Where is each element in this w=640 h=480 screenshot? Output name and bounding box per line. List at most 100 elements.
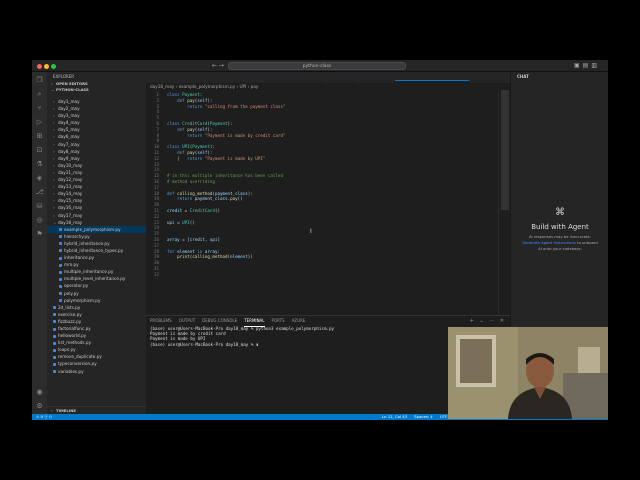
settings-gear-icon[interactable]: ⚙ <box>35 402 44 411</box>
account-icon[interactable]: ◉ <box>35 388 44 397</box>
tree-folder[interactable]: › day9_may <box>47 155 146 162</box>
panel-tab[interactable]: AZURE <box>292 316 306 326</box>
tree-file[interactable]: hybrid_inheritance.py <box>47 240 146 247</box>
tree-file[interactable]: fizzbuzz.py <box>47 318 146 325</box>
tree-file[interactable]: poly.py <box>47 290 146 297</box>
tree-item-label: day12_may <box>58 177 83 183</box>
code-editor[interactable]: 1 class Payment: 2 def pay(self): 3 return … <box>146 90 510 315</box>
workspace-root-label: PYTHON-CLASS <box>56 87 89 92</box>
python-file-icon <box>59 242 62 246</box>
workspace-root[interactable]: ⌄ PYTHON-CLASS <box>47 87 146 93</box>
tree-file[interactable]: variables.py <box>47 368 146 375</box>
breadcrumb[interactable]: day18_may › example_polymorphism.py › UP… <box>146 83 510 90</box>
panel-tab[interactable]: DEBUG CONSOLE <box>202 316 237 326</box>
tree-file[interactable]: example_polymorphism.py <box>47 225 146 233</box>
browser-icon[interactable]: ◎ <box>35 216 44 225</box>
tree-folder[interactable]: › day10_may <box>47 162 146 169</box>
code-text: class UPI(Payment): <box>167 144 215 150</box>
tree-folder[interactable]: › day1_may <box>47 98 146 105</box>
run-debug-icon[interactable]: ▷ <box>35 118 44 127</box>
tree-file[interactable]: multiple_level_inheritance.py <box>47 275 146 282</box>
tree-file[interactable]: factorialfunc.py <box>47 325 146 332</box>
tree-file[interactable]: 2d_lists.py <box>47 304 146 311</box>
maximize-window-button[interactable] <box>51 64 56 69</box>
tree-folder[interactable]: › day5_may <box>47 126 146 133</box>
minimize-window-button[interactable] <box>44 64 49 69</box>
search-icon[interactable]: ⌕ <box>35 90 44 99</box>
tree-folder[interactable]: › day3_may <box>47 112 146 119</box>
tree-folder[interactable]: ⌄ day18_may <box>47 219 146 226</box>
remote-icon[interactable]: ⊡ <box>35 146 44 155</box>
tree-item-label: inheritance.py <box>64 255 95 261</box>
panel-tab[interactable]: PORTS <box>272 316 285 326</box>
tree-file[interactable]: hybrid_inheritance_types.py <box>47 247 146 254</box>
tree-item-label: day15_may <box>58 198 83 204</box>
tree-folder[interactable]: › day2_may <box>47 105 146 112</box>
tree-folder[interactable]: › day17_may <box>47 212 146 219</box>
tree-folder[interactable]: › day11_may <box>47 169 146 176</box>
tree-item-label: day16_may <box>58 205 83 211</box>
tree-file[interactable]: loops.py <box>47 346 146 353</box>
tree-item-label: hybrid_inheritance.py <box>64 240 110 246</box>
minimap[interactable] <box>498 90 510 315</box>
git-graph-icon[interactable]: ⎇ <box>35 188 44 197</box>
docker-icon[interactable]: ◈ <box>35 174 44 183</box>
tree-folder[interactable]: › day6_may <box>47 133 146 140</box>
python-file-icon <box>59 270 62 274</box>
nav-arrows-icon[interactable]: ← → <box>212 62 224 69</box>
explorer-title: EXPLORER <box>53 74 74 79</box>
tree-item-label: remove_duplicate.py <box>58 354 102 360</box>
tree-file[interactable]: hierarchy.py <box>47 233 146 240</box>
code-text: credit = CreditCard() <box>167 208 220 213</box>
files-icon[interactable]: ❐ <box>35 76 44 85</box>
layout-icons[interactable]: ▣▤▥ <box>574 62 600 69</box>
minimap-slider[interactable] <box>501 90 509 210</box>
source-control-icon[interactable]: ⑂ <box>35 104 44 113</box>
tree-folder[interactable]: › day14_may <box>47 190 146 197</box>
tree-file[interactable]: polymorphism.py <box>47 297 146 304</box>
chat-title: CHAT <box>517 74 529 79</box>
tree-file[interactable]: multiple_inheritance.py <box>47 268 146 275</box>
close-window-button[interactable] <box>37 64 42 69</box>
testing-icon[interactable]: ⚗ <box>35 160 44 169</box>
webcam-person-image <box>448 327 608 419</box>
webcam-overlay <box>448 327 608 419</box>
python-file-icon <box>53 341 56 345</box>
chat-sparkle-icon: ⌘ <box>555 207 565 218</box>
tree-folder[interactable]: › day7_may <box>47 141 146 148</box>
code-text: def calling_method(payment_class): <box>167 190 253 196</box>
indentation[interactable]: Spaces: 4 <box>414 414 432 419</box>
code-text: # method overriding <box>167 179 215 184</box>
tree-folder[interactable]: › day8_may <box>47 148 146 155</box>
tree-file[interactable]: remove_duplicate.py <box>47 353 146 360</box>
tree-item-label: exercise.py <box>58 311 82 317</box>
tree-folder[interactable]: › day4_may <box>47 119 146 126</box>
flask-icon[interactable]: ⚑ <box>35 230 44 239</box>
extensions-icon[interactable]: ⊞ <box>35 132 44 141</box>
cursor-position[interactable]: Ln 12, Col 43 <box>382 414 407 419</box>
tree-file[interactable]: exercise.py <box>47 311 146 318</box>
tree-file[interactable]: operator.py <box>47 282 146 289</box>
panel-tab[interactable]: PROBLEMS <box>150 316 172 326</box>
python-file-icon <box>53 355 56 359</box>
tree-folder[interactable]: › day12_may <box>47 176 146 183</box>
tree-folder[interactable]: › day16_may <box>47 204 146 211</box>
tree-item-label: poly.py <box>64 290 79 296</box>
tree-folder[interactable]: › day15_may <box>47 197 146 204</box>
tree-file[interactable]: helloworld.py <box>47 332 146 339</box>
command-center-search[interactable]: python-class <box>228 62 406 70</box>
tree-file[interactable]: mro.py <box>47 261 146 268</box>
timeline-section[interactable]: › TIMELINE <box>47 406 146 414</box>
tree-file[interactable]: list_methods.py <box>47 339 146 346</box>
panel-actions-icons[interactable]: + ⌄ ⋯ ✕ <box>470 318 506 324</box>
tree-item-label: typeconversion.py <box>58 361 97 367</box>
code-text: def pay(self): <box>177 97 213 103</box>
database-icon[interactable]: ⛁ <box>35 202 44 211</box>
panel-tab[interactable]: OUTPUT <box>179 316 195 326</box>
generate-instructions-link[interactable]: Generate Agent Instructions <box>522 240 576 245</box>
tree-file[interactable]: typeconversion.py <box>47 360 146 367</box>
tree-file[interactable]: inheritance.py <box>47 254 146 261</box>
problems-indicator[interactable]: ⚠ 0 ⓧ 0 <box>36 414 52 420</box>
python-file-icon <box>59 277 62 281</box>
tree-folder[interactable]: › day13_may <box>47 183 146 190</box>
